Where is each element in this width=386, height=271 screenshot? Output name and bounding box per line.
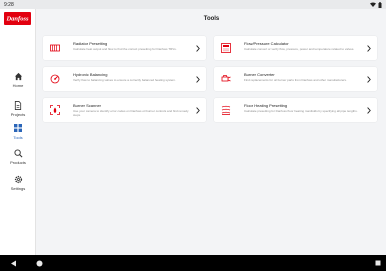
grid-icon xyxy=(13,123,23,133)
tool-card-description: Calculate convert or verify flow, pressu… xyxy=(244,47,355,51)
gear-icon xyxy=(13,174,23,184)
sidebar-item-projects[interactable]: Projects xyxy=(0,100,36,117)
tool-card-radiator-presetting[interactable]: Radiator Presetting Calculate heat outpu… xyxy=(43,36,206,60)
chevron-right-icon xyxy=(195,105,201,115)
tool-card-title: Hydronic Balancing xyxy=(73,72,108,77)
chevron-right-icon xyxy=(195,43,201,53)
back-button[interactable] xyxy=(9,259,17,267)
wifi-icon xyxy=(370,2,376,7)
tool-card-flow-pressure-calculator[interactable]: Flow/Pressure Calculator Calculate conve… xyxy=(214,36,377,60)
document-icon xyxy=(13,100,23,110)
tool-card-title: Burner Scanner xyxy=(73,103,102,108)
balancing-icon xyxy=(50,74,60,84)
tool-card-hydronic-balancing[interactable]: Hydronic Balancing Verify flow to balanc… xyxy=(43,67,206,91)
tool-card-description: Verify flow to balancing valves to ensur… xyxy=(73,78,176,82)
status-icons xyxy=(370,1,382,8)
sidebar-item-label: Home xyxy=(12,83,24,88)
tool-card-description: Use your camera to identify error codes … xyxy=(73,109,189,117)
sidebar-item-label: Settings xyxy=(10,186,26,191)
burner-scan-icon xyxy=(50,105,60,115)
tool-card-title: Floor Heating Presetting xyxy=(244,103,288,108)
back-triangle-icon xyxy=(10,260,16,266)
burner-nozzle-icon xyxy=(221,74,231,84)
home-icon xyxy=(13,71,23,81)
status-time: 9:28 xyxy=(4,1,14,8)
sidebar-item-label: Products xyxy=(10,160,26,165)
status-bar: 9:28 xyxy=(0,0,386,9)
tool-card-description: Calculate presetting for Danfoss floor h… xyxy=(244,109,358,113)
gauge-icon xyxy=(221,43,231,53)
radiator-icon xyxy=(50,43,60,53)
sidebar-item-products[interactable]: Products xyxy=(0,148,36,165)
app-screen: 9:28 Danfoss Home Projects Tools Product… xyxy=(0,0,386,271)
page-title: Tools xyxy=(203,16,220,22)
danfoss-logo[interactable]: Danfoss xyxy=(4,12,31,25)
battery-icon xyxy=(378,1,382,8)
floor-heating-icon xyxy=(221,105,231,115)
system-navigation-bar xyxy=(0,255,386,271)
home-circle-icon xyxy=(36,260,42,266)
tool-card-title: Burner Converter xyxy=(244,72,275,77)
chevron-right-icon xyxy=(366,43,372,53)
tool-card-burner-converter[interactable]: Burner Converter Find replacements for o… xyxy=(214,67,377,91)
sidebar-item-label: Tools xyxy=(13,135,23,140)
danfoss-wordmark: Danfoss xyxy=(5,16,29,23)
main-content: Tools Radiator Presetting Calculate heat… xyxy=(37,9,386,255)
sidebar-item-settings[interactable]: Settings xyxy=(0,174,36,191)
sidebar-item-tools[interactable]: Tools xyxy=(0,123,36,140)
sidebar-item-home[interactable]: Home xyxy=(0,71,36,88)
chevron-right-icon xyxy=(195,74,201,84)
search-icon xyxy=(13,148,23,158)
sidebar-item-label: Projects xyxy=(10,112,26,117)
recents-button[interactable] xyxy=(374,259,382,267)
recents-square-icon xyxy=(375,260,381,266)
tool-card-description: Find replacements for oil burner parts f… xyxy=(244,78,347,82)
tool-card-title: Flow/Pressure Calculator xyxy=(244,41,289,46)
tool-card-description: Calculate heat output and flow to find t… xyxy=(73,47,177,51)
tool-card-burner-scanner[interactable]: Burner Scanner Use your camera to identi… xyxy=(43,98,206,122)
tool-card-title: Radiator Presetting xyxy=(73,41,108,46)
sidebar: Danfoss Home Projects Tools Products Set… xyxy=(0,9,36,255)
svg-text:Danfoss: Danfoss xyxy=(5,16,29,23)
tool-card-floor-heating-presetting[interactable]: Floor Heating Presetting Calculate prese… xyxy=(214,98,377,122)
chevron-right-icon xyxy=(366,74,372,84)
home-nav-button[interactable] xyxy=(35,259,43,267)
chevron-right-icon xyxy=(366,105,372,115)
